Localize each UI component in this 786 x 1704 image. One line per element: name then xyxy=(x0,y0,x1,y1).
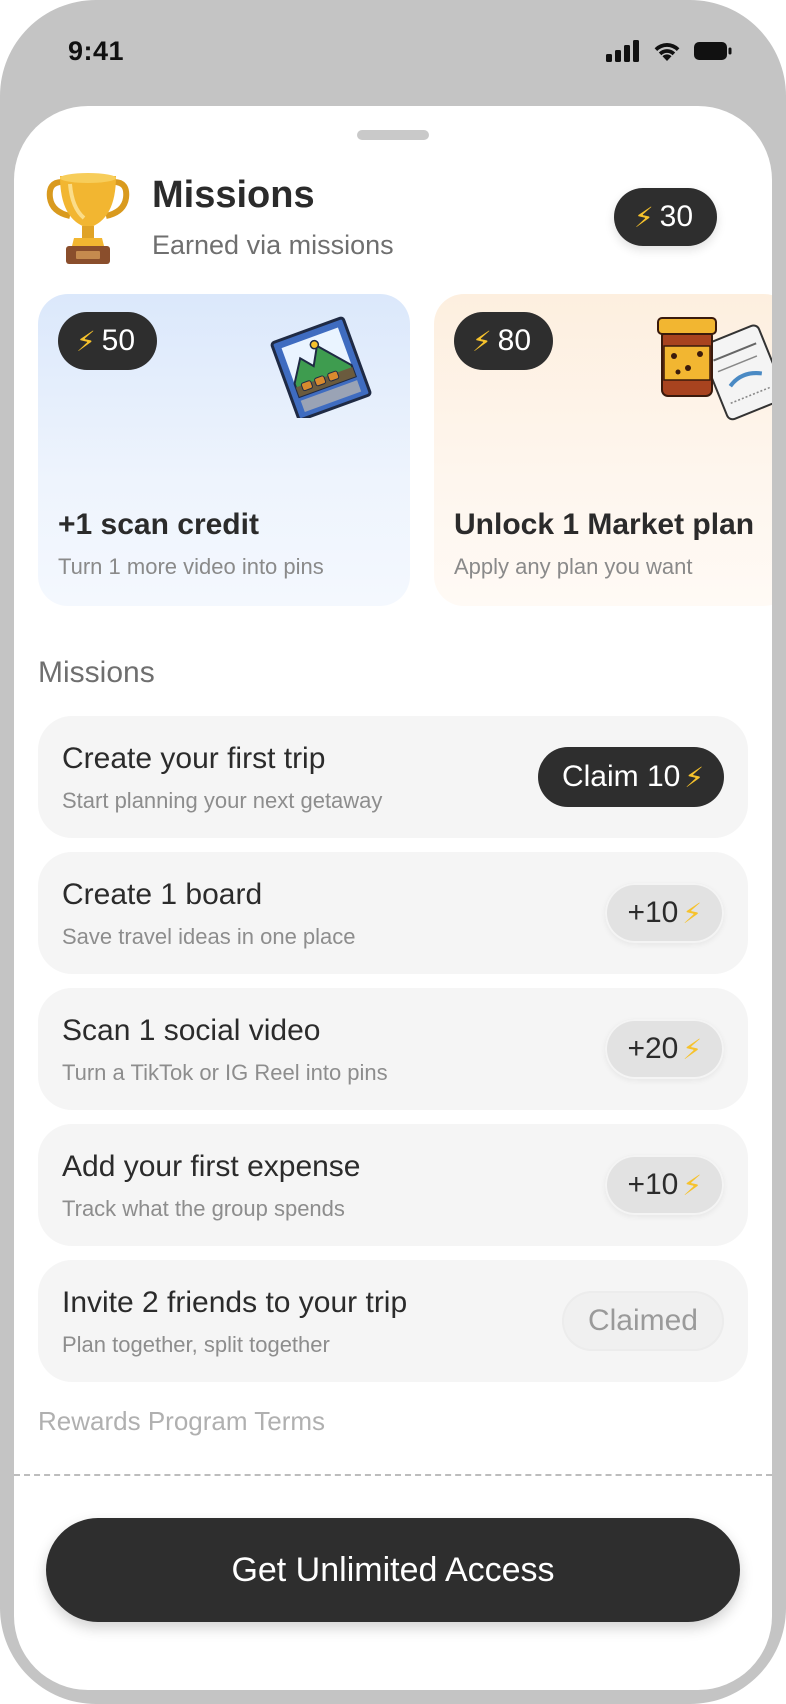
mission-item: Scan 1 social video Turn a TikTok or IG … xyxy=(38,988,748,1110)
reward-cost-value: 80 xyxy=(497,324,532,357)
mission-reward-badge[interactable]: +10 ⚡ xyxy=(605,883,724,943)
reward-subtitle: Apply any plan you want xyxy=(454,554,693,579)
mission-subtitle: Turn a TikTok or IG Reel into pins xyxy=(62,1060,388,1085)
reward-cost-badge: ⚡ 50 xyxy=(58,312,158,370)
mission-reward-badge[interactable]: +10 ⚡ xyxy=(605,1155,724,1215)
reward-subtitle: Turn 1 more video into pins xyxy=(58,554,324,579)
mission-title: Create 1 board xyxy=(62,878,263,911)
lightning-bolt-icon: ⚡ xyxy=(634,201,654,233)
lightning-bolt-icon: ⚡ xyxy=(682,897,702,929)
status-time: 9:41 xyxy=(68,36,125,66)
reward-title: +1 scan credit xyxy=(58,508,259,541)
photo-icon xyxy=(270,316,372,418)
mission-item: Create your first trip Start planning yo… xyxy=(38,716,748,838)
battery-icon xyxy=(694,42,732,60)
lightning-bolt-icon: ⚡ xyxy=(682,1169,702,1201)
status-icons xyxy=(606,40,732,62)
mission-title: Invite 2 friends to your trip xyxy=(62,1286,408,1319)
reward-cost-value: 50 xyxy=(101,324,136,357)
page-subtitle: Earned via missions xyxy=(152,230,394,260)
lightning-bolt-icon: ⚡ xyxy=(684,761,704,793)
get-unlimited-access-button[interactable]: Get Unlimited Access xyxy=(46,1518,740,1622)
page-title: Missions xyxy=(152,174,315,216)
points-balance-badge: ⚡ 30 xyxy=(614,188,718,246)
coffee-and-tickets-icon xyxy=(657,317,772,421)
reward-card-market-plan[interactable]: ⚡ 80 Unlock 1 Market plan Apply any plan… xyxy=(434,294,772,606)
reward-cost-badge: ⚡ 80 xyxy=(454,312,554,370)
lightning-bolt-icon: ⚡ xyxy=(76,325,96,357)
claimed-label: Claimed xyxy=(587,1304,698,1337)
mission-subtitle: Track what the group spends xyxy=(62,1196,345,1221)
rewards-terms-link[interactable]: Rewards Program Terms xyxy=(38,1406,325,1437)
mission-reward-value: +20 xyxy=(627,1032,679,1065)
mission-title: Scan 1 social video xyxy=(62,1014,321,1047)
footer-divider xyxy=(14,1474,772,1476)
claim-button[interactable]: Claim 10 ⚡ xyxy=(537,747,724,807)
lightning-bolt-icon: ⚡ xyxy=(472,325,492,357)
mission-title: Create your first trip xyxy=(62,742,326,775)
mission-subtitle: Plan together, split together xyxy=(62,1332,330,1357)
mission-reward-value: +10 xyxy=(627,896,679,929)
claim-button-label: Claim 10 xyxy=(561,760,681,793)
mission-reward-value: +10 xyxy=(627,1168,679,1201)
status-bar: 9:41 xyxy=(0,0,786,105)
mission-title: Add your first expense xyxy=(62,1150,361,1183)
missions-section-label: Missions xyxy=(38,656,155,689)
mission-item: Invite 2 friends to your trip Plan toget… xyxy=(38,1260,748,1382)
lightning-bolt-icon: ⚡ xyxy=(682,1033,702,1065)
missions-sheet: Missions Earned via missions ⚡ 30 ⚡ 50 +… xyxy=(14,106,772,1690)
mission-reward-badge[interactable]: +20 ⚡ xyxy=(605,1019,724,1079)
mission-subtitle: Save travel ideas in one place xyxy=(62,924,356,949)
mission-item: Add your first expense Track what the gr… xyxy=(38,1124,748,1246)
trophy-icon xyxy=(46,173,130,264)
claimed-badge: Claimed xyxy=(561,1291,724,1351)
mission-subtitle: Start planning your next getaway xyxy=(62,788,383,813)
phone-frame: 9:41 Missions Earned via missions ⚡ 30 ⚡… xyxy=(0,0,786,1704)
reward-title: Unlock 1 Market plan xyxy=(454,508,755,541)
points-balance-value: 30 xyxy=(659,200,694,233)
mission-item: Create 1 board Save travel ideas in one … xyxy=(38,852,748,974)
wifi-icon xyxy=(654,43,680,61)
sheet-grabber[interactable] xyxy=(357,130,429,140)
reward-card-scan-credit[interactable]: ⚡ 50 +1 scan credit Turn 1 more video in… xyxy=(38,294,410,606)
cellular-signal-icon xyxy=(606,40,639,62)
